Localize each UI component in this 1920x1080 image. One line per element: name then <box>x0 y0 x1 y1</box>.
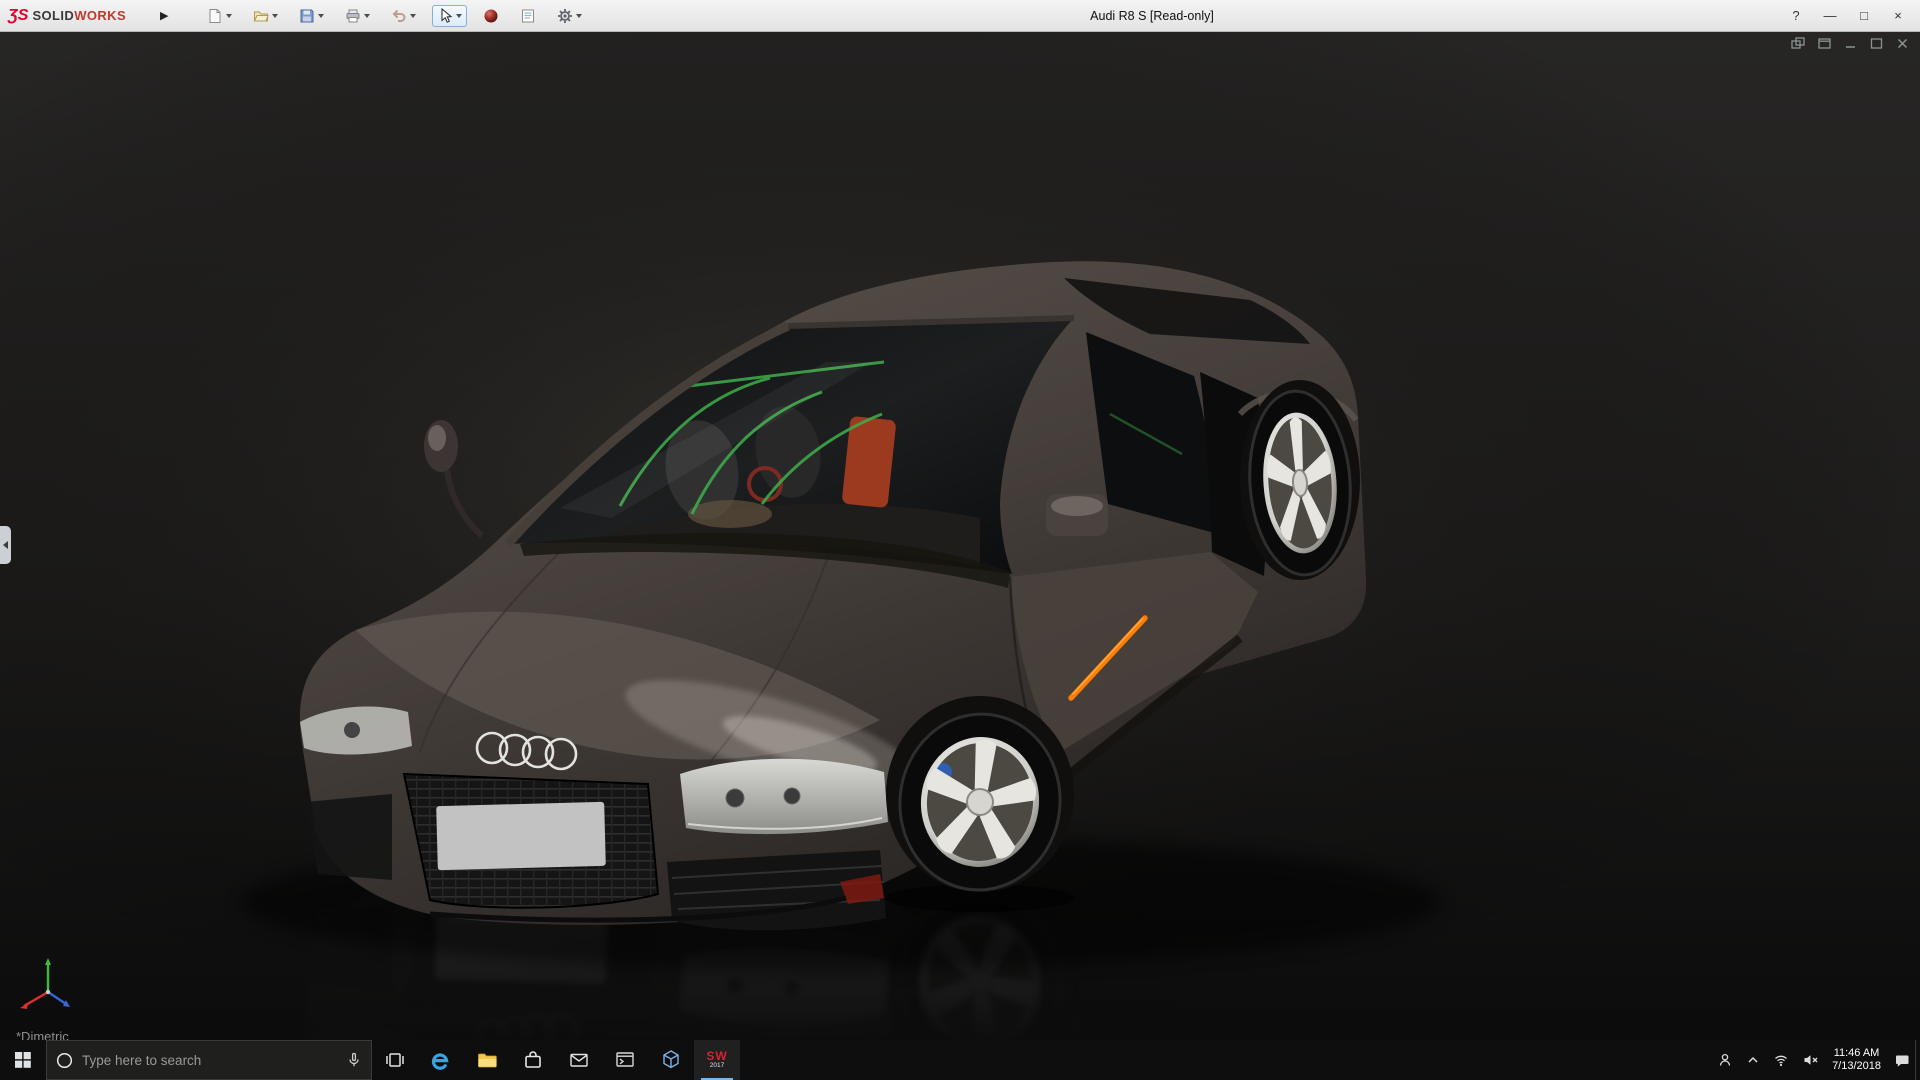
properties-sheet-button[interactable] <box>515 5 541 27</box>
file-explorer-icon <box>475 1048 499 1072</box>
open-folder-icon <box>253 8 269 24</box>
start-button[interactable] <box>0 1040 46 1080</box>
solidworks-logo: ƷS SOLIDWORKS <box>8 7 158 25</box>
save-button[interactable] <box>294 5 329 27</box>
viewport-cascade-button[interactable] <box>1791 37 1806 50</box>
taskbar-clock[interactable]: 11:46 AM 7/13/2018 <box>1832 1047 1881 1073</box>
logo-text-solid: SOLID <box>32 8 74 23</box>
window-controls: ? — □ × <box>1782 4 1912 28</box>
clock-date: 7/13/2018 <box>1832 1060 1881 1073</box>
network-tray-button[interactable] <box>1773 1052 1789 1068</box>
mail-icon <box>567 1048 591 1072</box>
close-button[interactable]: × <box>1884 4 1912 28</box>
select-cursor-icon <box>437 8 453 24</box>
sw-badge-text: SW <box>706 1050 727 1062</box>
properties-sheet-icon <box>520 8 536 24</box>
maximize-button[interactable]: □ <box>1850 4 1878 28</box>
cortana-circle-icon <box>56 1052 73 1069</box>
task-view-icon <box>383 1048 407 1072</box>
logo-text-works: WORKS <box>74 8 126 23</box>
windows-logo-icon <box>11 1048 35 1072</box>
print-icon <box>345 8 361 24</box>
chevron-left-icon <box>3 541 8 549</box>
undo-button[interactable] <box>386 5 421 27</box>
options-button[interactable] <box>552 5 587 27</box>
sw-badge-year: 2017 <box>710 1063 724 1070</box>
system-tray: 11:46 AM 7/13/2018 <box>1713 1040 1915 1080</box>
command-prompt-button[interactable] <box>602 1040 648 1080</box>
minimize-button[interactable]: — <box>1816 4 1844 28</box>
quick-access-toolbar <box>202 5 587 27</box>
viewport-maximize-button[interactable] <box>1869 37 1884 50</box>
hidden-icons-button[interactable] <box>1746 1053 1760 1067</box>
chevron-up-icon <box>1746 1053 1760 1067</box>
select-tool-button[interactable] <box>432 5 467 27</box>
new-document-button[interactable] <box>202 5 237 27</box>
show-desktop-strip[interactable] <box>1915 1040 1920 1080</box>
store-button[interactable] <box>510 1040 556 1080</box>
store-bag-icon <box>521 1048 545 1072</box>
cube-app-button[interactable] <box>648 1040 694 1080</box>
mail-button[interactable] <box>556 1040 602 1080</box>
dropdown-caret-icon[interactable] <box>576 14 582 18</box>
open-button[interactable] <box>248 5 283 27</box>
people-icon <box>1717 1052 1733 1068</box>
solidworks-taskbar-button[interactable]: SW 2017 <box>694 1040 740 1080</box>
featuremanager-collapse-tab[interactable] <box>0 526 11 564</box>
volume-muted-icon <box>1802 1052 1819 1068</box>
3d-scene[interactable] <box>0 32 1920 1040</box>
viewport-close-button[interactable] <box>1895 37 1910 50</box>
action-center-button[interactable] <box>1894 1052 1911 1068</box>
search-input[interactable] <box>82 1053 337 1068</box>
appearance-sphere-button[interactable] <box>478 5 504 27</box>
document-window-controls <box>1791 37 1910 50</box>
dropdown-caret-icon[interactable] <box>410 14 416 18</box>
cube-app-icon <box>659 1048 683 1072</box>
file-explorer-button[interactable] <box>464 1040 510 1080</box>
microphone-icon[interactable] <box>346 1052 362 1068</box>
viewport-float-button[interactable] <box>1817 37 1832 50</box>
graphics-area[interactable]: *Dimetric <box>0 32 1920 1040</box>
task-view-button[interactable] <box>372 1040 418 1080</box>
wifi-icon <box>1773 1052 1789 1068</box>
toolbar-expand-button[interactable]: ▶ <box>160 9 168 22</box>
viewport-minimize-button[interactable] <box>1843 37 1858 50</box>
new-document-icon <box>207 8 223 24</box>
print-button[interactable] <box>340 5 375 27</box>
solidworks-app-icon: SW 2017 <box>706 1050 727 1070</box>
edge-icon <box>429 1048 453 1072</box>
titlebar: ƷS SOLIDWORKS ▶ <box>0 0 1920 32</box>
undo-icon <box>391 8 407 24</box>
dropdown-caret-icon[interactable] <box>318 14 324 18</box>
dropdown-caret-icon[interactable] <box>364 14 370 18</box>
options-gear-icon <box>557 8 573 24</box>
volume-tray-button[interactable] <box>1802 1052 1819 1068</box>
windows-taskbar: SW 2017 11:46 AM 7/13/2018 <box>0 1040 1920 1080</box>
clock-time: 11:46 AM <box>1832 1047 1881 1060</box>
window-title: Audi R8 S [Read-only] <box>1090 9 1214 23</box>
dropdown-caret-icon[interactable] <box>272 14 278 18</box>
help-button[interactable]: ? <box>1782 4 1810 28</box>
desktop-screen: ƷS SOLIDWORKS ▶ <box>0 0 1920 1080</box>
taskbar-search-box[interactable] <box>46 1040 372 1080</box>
dassault-logo-icon: ƷS <box>8 7 28 25</box>
dropdown-caret-icon[interactable] <box>456 14 462 18</box>
edge-browser-button[interactable] <box>418 1040 464 1080</box>
save-icon <box>299 8 315 24</box>
command-prompt-icon <box>613 1048 637 1072</box>
orientation-triad-icon <box>16 952 82 1018</box>
dropdown-caret-icon[interactable] <box>226 14 232 18</box>
action-center-icon <box>1894 1052 1911 1068</box>
view-orientation-label: *Dimetric <box>16 1029 69 1040</box>
people-tray-button[interactable] <box>1717 1052 1733 1068</box>
appearance-sphere-icon <box>483 8 499 24</box>
